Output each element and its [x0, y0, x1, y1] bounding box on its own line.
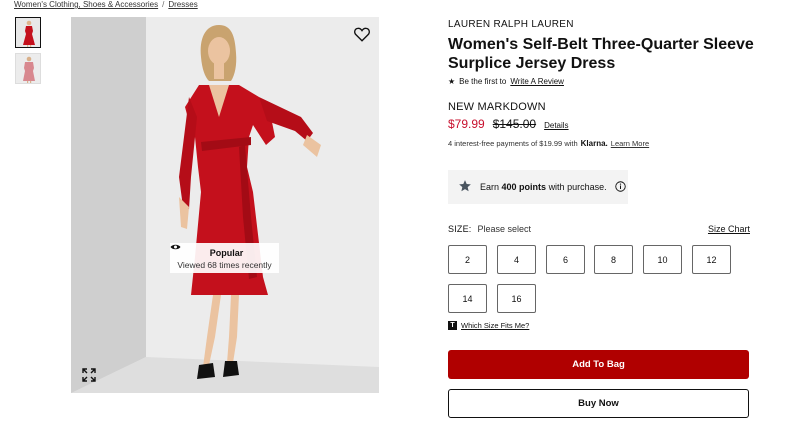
- expand-icon[interactable]: [81, 367, 97, 383]
- breadcrumb: Women's Clothing, Shoes & Accessories / Dr…: [14, 0, 198, 9]
- size-option-4[interactable]: 4: [497, 245, 536, 274]
- size-fit-helper: T Which Size Fits Me?: [448, 321, 529, 330]
- size-option-10[interactable]: 10: [643, 245, 682, 274]
- price-row: $79.99 $145.00 Details: [448, 117, 569, 131]
- which-size-fits-link[interactable]: Which Size Fits Me?: [461, 321, 529, 330]
- size-option-12[interactable]: 12: [692, 245, 731, 274]
- brand-name[interactable]: LAUREN RALPH LAUREN: [448, 19, 574, 30]
- size-label: SIZE: Please select: [448, 224, 532, 234]
- favorite-heart-icon[interactable]: [353, 25, 371, 43]
- buy-now-button[interactable]: Buy Now: [448, 389, 749, 418]
- original-price: $145.00: [492, 117, 537, 131]
- popular-subtitle: Viewed 68 times recently: [177, 260, 272, 270]
- size-option-6[interactable]: 6: [546, 245, 585, 274]
- klarna-text: 4 interest-free payments of $19.99 with: [448, 139, 578, 148]
- points-text: Earn 400 points with purchase.: [480, 182, 607, 192]
- fit-logo-icon: T: [448, 321, 457, 330]
- size-option-14[interactable]: 14: [448, 284, 487, 313]
- dress-back-thumbnail-image: [16, 54, 40, 83]
- product-title: Women's Self-Belt Three-Quarter Sleeve S…: [448, 36, 754, 72]
- review-prompt: ★ Be the first to Write A Review: [448, 77, 564, 86]
- sale-price: $79.99: [448, 117, 485, 131]
- breadcrumb-womens-clothing[interactable]: Women's Clothing, Shoes & Accessories: [14, 0, 158, 9]
- breadcrumb-dresses[interactable]: Dresses: [168, 0, 197, 9]
- popular-badge: Popular Viewed 68 times recently: [170, 243, 279, 273]
- klarna-info: 4 interest-free payments of $19.99 with …: [448, 139, 649, 148]
- star-badge-icon: [458, 179, 472, 195]
- write-review-link[interactable]: Write A Review: [510, 77, 564, 86]
- points-banner: Earn 400 points with purchase.: [448, 170, 628, 204]
- klarna-logo: Klarna.: [580, 139, 608, 148]
- size-chart-link[interactable]: Size Chart: [708, 224, 750, 234]
- star-icon: ★: [448, 77, 456, 86]
- size-option-2[interactable]: 2: [448, 245, 487, 274]
- model-dress-photo: [71, 17, 379, 393]
- price-details-link[interactable]: Details: [544, 121, 568, 130]
- markdown-label: NEW MARKDOWN: [448, 101, 546, 113]
- points-value: 400 points: [501, 182, 547, 192]
- main-product-image[interactable]: Popular Viewed 68 times recently: [71, 17, 379, 393]
- thumbnail-back[interactable]: [15, 53, 41, 84]
- size-option-16[interactable]: 16: [497, 284, 536, 313]
- popular-title: Popular: [209, 248, 244, 258]
- thumbnail-front[interactable]: [15, 17, 41, 48]
- info-icon[interactable]: [614, 180, 626, 194]
- size-placeholder: Please select: [477, 224, 532, 234]
- add-to-bag-button[interactable]: Add To Bag: [448, 350, 749, 379]
- size-option-8[interactable]: 8: [594, 245, 633, 274]
- klarna-learn-more-link[interactable]: Learn More: [611, 139, 649, 148]
- dress-front-thumbnail-image: [16, 18, 40, 47]
- review-prefix: Be the first to: [459, 77, 507, 86]
- breadcrumb-separator: /: [162, 0, 165, 9]
